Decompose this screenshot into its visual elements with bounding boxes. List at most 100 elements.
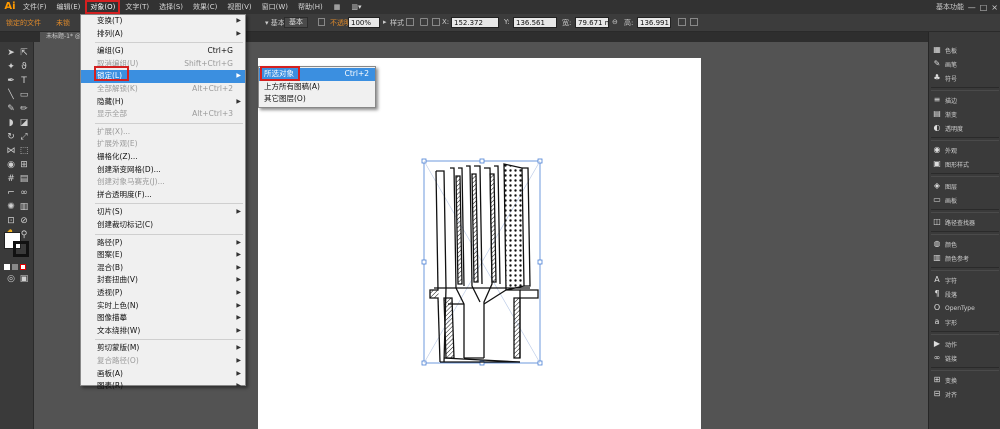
graphic-style-swatch-icon[interactable] — [406, 18, 414, 26]
menu-object[interactable]: 对象(O) — [85, 0, 121, 14]
panel-item-color-guide[interactable]: ▥ 颜色参考 — [933, 252, 969, 264]
panel-item-layers[interactable]: ◈ 图层 — [933, 180, 957, 192]
object-menu-item[interactable]: 创建渐变网格(D)... — [81, 164, 245, 177]
arrange-documents-icon[interactable]: ▥▾ — [346, 0, 366, 14]
panel-options-icon[interactable] — [690, 18, 698, 26]
panel-item-transparency[interactable]: ◐ 透明度 — [933, 122, 964, 134]
lasso-tool-icon[interactable]: ϑ — [18, 62, 30, 73]
menu-edit[interactable]: 编辑(E) — [52, 0, 86, 14]
minimize-button[interactable]: — — [968, 3, 976, 12]
object-menu-item[interactable]: 变换(T) ▶ — [81, 15, 245, 28]
object-menu-item[interactable]: 文本绕排(W) ▶ — [81, 325, 245, 338]
panel-item-actions[interactable]: ▶ 动作 — [933, 338, 957, 350]
x-input[interactable]: 152.372 — [451, 17, 499, 28]
scale-tool-icon[interactable]: ⤢ — [18, 132, 30, 143]
object-menu-item[interactable]: 封套扭曲(V) ▶ — [81, 274, 245, 287]
y-input[interactable]: 136.561 — [513, 17, 557, 28]
rotate-tool-icon[interactable]: ↻ — [5, 132, 17, 143]
object-menu-item[interactable]: 路径(P) ▶ — [81, 237, 245, 250]
object-menu-item[interactable]: 图像描摹 ▶ — [81, 312, 245, 325]
maximize-button[interactable]: □ — [980, 3, 988, 12]
object-menu-item[interactable]: 创建裁切标记(C) — [81, 219, 245, 232]
panel-item-transform[interactable]: ⊞ 变换 — [933, 374, 957, 386]
panel-item-color[interactable]: ◍ 颜色 — [933, 238, 958, 250]
blob-brush-tool-icon[interactable]: ◗ — [5, 118, 17, 129]
panel-item-gradient[interactable]: ▤ 渐变 — [933, 108, 957, 120]
gradient-swatch-icon[interactable] — [12, 264, 18, 270]
panel-item-glyphs[interactable]: a 字形 — [933, 316, 957, 328]
object-menu-item[interactable]: 切片(S) ▶ — [81, 206, 245, 219]
object-menu-item[interactable]: 实时上色(N) ▶ — [81, 300, 245, 313]
menu-help[interactable]: 帮助(H) — [293, 0, 328, 14]
menu-file[interactable]: 文件(F) — [18, 0, 52, 14]
align-icon[interactable] — [420, 18, 428, 26]
object-menu-item[interactable]: 扩展外观(E) — [81, 138, 245, 151]
magic-wand-tool-icon[interactable]: ✦ — [5, 62, 17, 73]
close-button[interactable]: × — [991, 3, 998, 12]
panel-item-appearance[interactable]: ◉ 外观 — [933, 144, 958, 156]
perspective-grid-tool-icon[interactable]: ⊞ — [18, 160, 30, 171]
mesh-tool-icon[interactable]: # — [5, 174, 17, 185]
recolor-icon[interactable] — [318, 18, 325, 26]
bridge-icon[interactable]: ▦ — [328, 0, 347, 14]
gradient-tool-icon[interactable]: ▤ — [18, 174, 30, 185]
eraser-tool-icon[interactable]: ◪ — [18, 118, 30, 129]
pen-tool-icon[interactable]: ✒ — [5, 76, 17, 87]
none-swatch-icon[interactable] — [20, 264, 26, 270]
panel-item-artboards[interactable]: ▭ 画板 — [933, 194, 957, 206]
panel-item-symbol[interactable]: ♣ 符号 — [933, 72, 957, 84]
opacity-input[interactable]: 100% — [348, 17, 380, 28]
free-transform-tool-icon[interactable]: ⬚ — [18, 146, 30, 157]
object-menu-item[interactable]: 编组(G) Ctrl+G — [81, 45, 245, 58]
drawing-mode-icon[interactable]: ◎ — [5, 274, 17, 285]
stroke-swatch[interactable] — [13, 241, 29, 257]
selection-tool-icon[interactable]: ➤ — [5, 48, 17, 59]
selected-artwork[interactable] — [258, 58, 701, 429]
object-menu-item[interactable]: 图案(E) ▶ — [81, 249, 245, 262]
constrain-proportions-icon[interactable]: ⊖ — [612, 18, 618, 26]
object-menu-item[interactable]: 隐藏(H) ▶ — [81, 96, 245, 109]
menu-window[interactable]: 窗口(W) — [257, 0, 293, 14]
artboard-tool-icon[interactable]: ⊡ — [5, 216, 17, 227]
symbol-sprayer-tool-icon[interactable]: ✺ — [5, 202, 17, 213]
panel-item-links[interactable]: ∞ 链接 — [933, 352, 957, 364]
object-menu-item[interactable]: 扩展(X)... — [81, 126, 245, 139]
screen-mode-icon[interactable]: ▣ — [18, 274, 30, 285]
panel-item-stroke[interactable]: ≡ 描边 — [933, 94, 957, 106]
rectangle-tool-icon[interactable]: ▭ — [18, 90, 30, 101]
menu-type[interactable]: 文字(T) — [120, 0, 154, 14]
object-menu-item[interactable]: 画板(A) ▶ — [81, 368, 245, 381]
artboard[interactable] — [258, 58, 701, 429]
object-menu-item[interactable]: 拼合透明度(F)... — [81, 189, 245, 202]
panel-item-brush[interactable]: ✎ 画笔 — [933, 58, 957, 70]
object-menu-item[interactable]: 全部解锁(K) Alt+Ctrl+2 — [81, 83, 245, 96]
panel-item-pathfinder[interactable]: ◫ 路径查找器 — [933, 216, 975, 228]
blend-tool-icon[interactable]: ∞ — [18, 188, 30, 199]
slice-tool-icon[interactable]: ⊘ — [18, 216, 30, 227]
panel-item-swatches[interactable]: ▦ 色板 — [933, 44, 957, 56]
shape-builder-tool-icon[interactable]: ◉ — [5, 160, 17, 171]
workspace-switcher[interactable]: 基本功能 — [936, 0, 964, 14]
panel-item-opentype[interactable]: O OpenType — [933, 302, 975, 314]
transform-icon[interactable] — [432, 18, 440, 26]
direct-selection-tool-icon[interactable]: ⇱ — [18, 48, 30, 59]
lock-submenu-item[interactable]: 上方所有图稿(A) — [259, 81, 375, 94]
type-tool-icon[interactable]: T — [18, 76, 30, 87]
lock-submenu-item[interactable]: 其它图层(O) — [259, 93, 375, 106]
width-tool-icon[interactable]: ⋈ — [5, 146, 17, 157]
panel-item-align[interactable]: ⊟ 对齐 — [933, 388, 957, 400]
paintbrush-tool-icon[interactable]: ✎ — [5, 104, 17, 115]
panel-item-character[interactable]: A 字符 — [933, 274, 957, 286]
menu-view[interactable]: 视图(V) — [222, 0, 256, 14]
opacity-arrow-icon[interactable]: ▸ — [383, 18, 387, 26]
basic-brush-button[interactable]: 基本 — [284, 17, 308, 28]
line-tool-icon[interactable]: ╲ — [5, 90, 17, 101]
object-menu-item[interactable]: 图表(R) ▶ — [81, 380, 245, 393]
menu-effect[interactable]: 效果(C) — [188, 0, 222, 14]
object-menu-item[interactable]: 复合路径(O) ▶ — [81, 355, 245, 368]
panel-item-graphic-styles[interactable]: ▣ 图形样式 — [933, 158, 969, 170]
object-menu-item[interactable]: 剪切蒙版(M) ▶ — [81, 342, 245, 355]
pencil-tool-icon[interactable]: ✏ — [18, 104, 30, 115]
object-menu-item[interactable]: 混合(B) ▶ — [81, 262, 245, 275]
object-menu-item[interactable]: 透视(P) ▶ — [81, 287, 245, 300]
